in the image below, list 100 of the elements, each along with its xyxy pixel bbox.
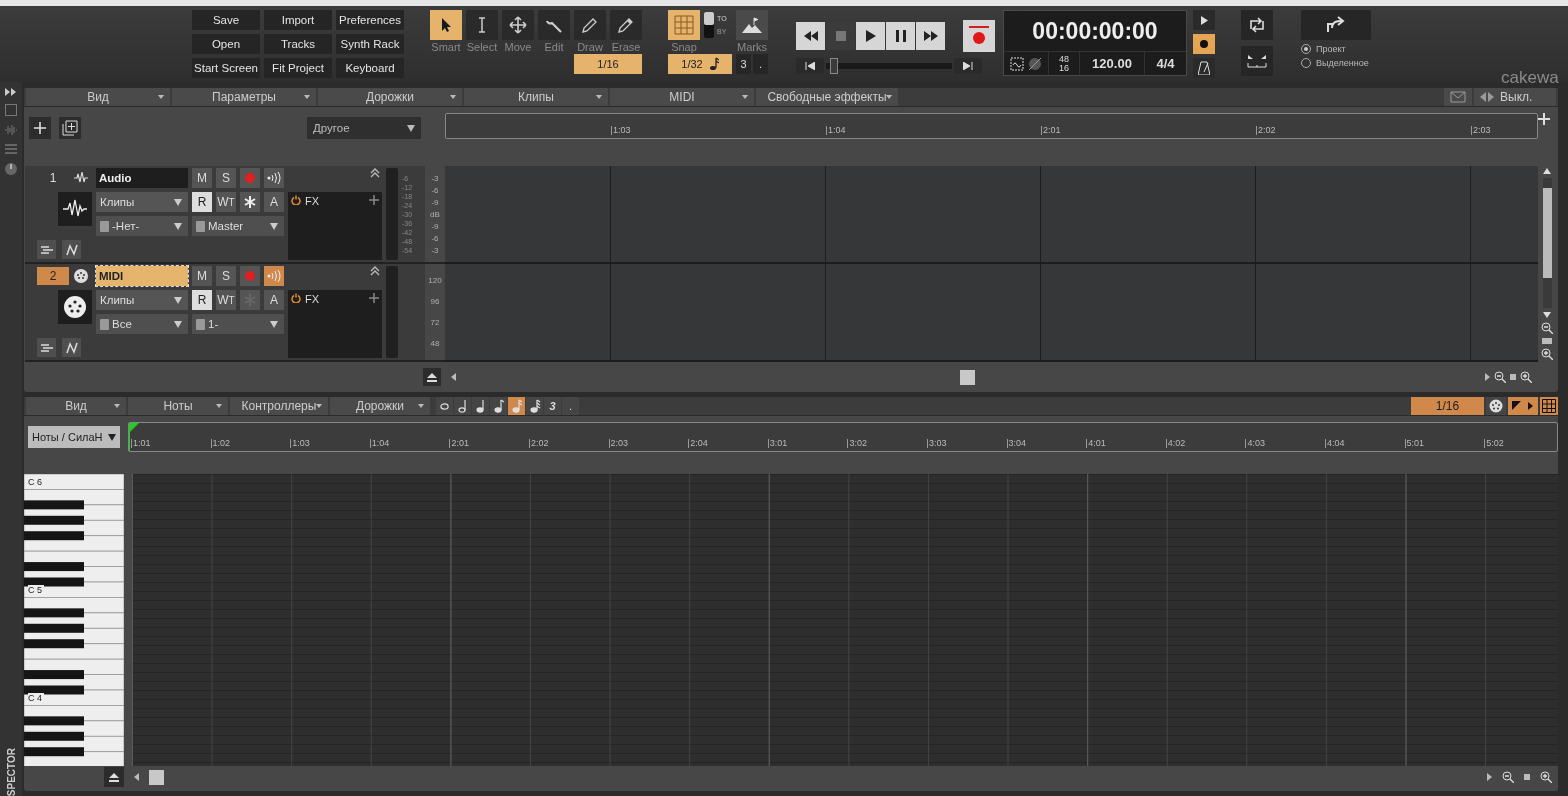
menu-dropdown[interactable]: Вид [26,88,170,106]
track-toggle-button[interactable]: M [192,168,212,188]
menu-dropdown[interactable]: Вид [26,397,126,415]
export-scope-radio[interactable]: Выделенное [1301,58,1371,68]
track-toggle-button[interactable]: M [192,266,212,286]
tool-resolution-dropdown[interactable]: 1/16 [574,54,642,74]
marks-button[interactable] [736,10,768,40]
toolbar-button[interactable]: Synth Rack [336,34,404,54]
zoom-in-icon [1541,348,1553,360]
menu-dropdown[interactable]: Свободные эффекты [756,88,898,106]
menu-dropdown[interactable]: Клипы [464,88,608,106]
time-ruler[interactable]: 1:03 1:04 2:01 2:02 2:03 [445,113,1538,139]
tool-button[interactable] [574,10,606,40]
time-ruler[interactable]: 1:01 1:02 1:03 1:04 2:01 2:02 2:03 2:04 3:01 3:02 3:03 3:04 4:01 4:02 4:03 4:04 5:01 5:02 [128,422,1558,452]
record-mode-button[interactable] [1193,34,1215,54]
toolbar-button[interactable]: Start Screen [192,58,260,78]
eject-button[interactable] [423,368,441,386]
toolbar-button[interactable]: Preferences [336,10,404,30]
eject-button[interactable] [104,767,124,787]
track-toggle-button[interactable]: S [216,266,236,286]
triplet-button[interactable]: 3 [544,397,561,415]
menu-dropdown[interactable]: Дорожки [330,397,430,415]
play-button[interactable] [856,22,885,50]
track-number[interactable]: 2 [37,267,69,285]
note-duration-button[interactable] [454,397,471,415]
track-toggle-button[interactable]: S [216,168,236,188]
automation-button[interactable] [62,240,81,259]
tool-button[interactable] [538,10,570,40]
track-lanes-button[interactable] [37,338,56,357]
metronome-button[interactable] [1193,58,1215,78]
toolbar-button[interactable]: Open [192,34,260,54]
input-echo-button[interactable] [264,168,284,188]
menu-dropdown[interactable]: MIDI [610,88,754,106]
note-duration-button[interactable] [472,397,489,415]
snap-resolution-dropdown[interactable]: 1/16 [1411,397,1484,415]
track-name-field[interactable]: MIDI [96,266,188,286]
tool-button[interactable] [466,10,498,40]
envelope-icon [1450,91,1466,103]
output-dropdown[interactable]: 1- [192,314,284,334]
track-toggle-button[interactable]: A [264,192,284,212]
asterisk-button[interactable] [240,192,260,212]
ruler-label: 1:04 [369,439,390,448]
snap-mode-switch[interactable] [704,12,714,38]
export-scope-radio[interactable]: Проект [1301,44,1371,54]
track-number[interactable]: 1 [37,169,69,187]
inspector-label[interactable]: SPECTOR [5,747,17,796]
snap-resolution-dropdown[interactable]: 1/32 [668,54,732,74]
midi-input-button[interactable] [1486,397,1506,415]
toolbar-button[interactable]: Import [264,10,332,30]
grid-button[interactable] [1540,397,1558,415]
rewind-button[interactable] [796,22,825,50]
tool-button[interactable] [610,10,642,40]
add-track-button[interactable] [29,117,51,139]
arrow-tools-button[interactable] [1508,397,1538,415]
tool-button[interactable] [430,10,462,40]
clips-dropdown[interactable]: Клипы [96,290,188,310]
slider-thumb[interactable] [829,58,838,74]
menu-dropdown[interactable]: Параметры [172,88,316,106]
go-to-end-button[interactable] [954,58,982,74]
vertical-scrollbar[interactable] [1542,178,1552,308]
note-duration-button[interactable] [436,397,453,415]
track-lanes-button[interactable] [37,240,56,259]
filter-dropdown[interactable]: Другое [307,117,421,139]
tool-button[interactable] [502,10,534,40]
loop-button[interactable] [1241,10,1273,40]
automation-dropdown[interactable]: Выкл. [1474,88,1556,106]
export-button[interactable] [1301,10,1371,40]
track-toggle-button[interactable]: R [192,192,212,212]
pause-button[interactable] [886,22,915,50]
tempo-readout[interactable]: 120.00 [1092,56,1132,71]
note-duration-button[interactable] [490,397,507,415]
go-to-start-button[interactable] [796,58,824,74]
note-duration-button[interactable] [526,397,543,415]
track-toggle-button[interactable]: A [264,290,284,310]
toolbar-button[interactable]: Save [192,10,260,30]
output-dropdown[interactable]: Master [192,216,284,236]
menu-dropdown[interactable]: Ноты [128,397,228,415]
input-echo-button[interactable] [264,266,284,286]
piano-keyboard-drawing[interactable] [24,474,124,766]
toolbar-button[interactable]: Keyboard [336,58,404,78]
fast-forward-button[interactable] [916,22,945,50]
triplet-button[interactable]: 3 [736,54,751,74]
fit-range-button[interactable] [1241,46,1273,76]
view-dropdown[interactable]: Ноты / СилаН [28,426,120,448]
record-button[interactable] [963,20,995,52]
track-toggle-button[interactable]: R [192,290,212,310]
clips-dropdown[interactable]: Клипы [96,192,188,212]
input-dropdown[interactable]: Все [96,314,188,334]
play-mode-button[interactable] [1193,10,1215,30]
automation-button[interactable] [62,338,81,357]
toolbar-button[interactable]: Tracks [264,34,332,54]
meter-readout[interactable]: 4/4 [1156,56,1175,71]
toolbar-button[interactable]: Fit Project [264,58,332,78]
dotted-button[interactable]: . [753,54,768,74]
menu-dropdown[interactable]: Контроллеры [230,397,328,415]
dotted-button[interactable]: . [562,397,579,415]
track-name-field[interactable]: Audio [96,168,188,188]
menu-dropdown[interactable]: Дорожки [318,88,462,106]
duplicate-track-button[interactable] [59,117,81,139]
input-dropdown[interactable]: -Нет- [96,216,188,236]
